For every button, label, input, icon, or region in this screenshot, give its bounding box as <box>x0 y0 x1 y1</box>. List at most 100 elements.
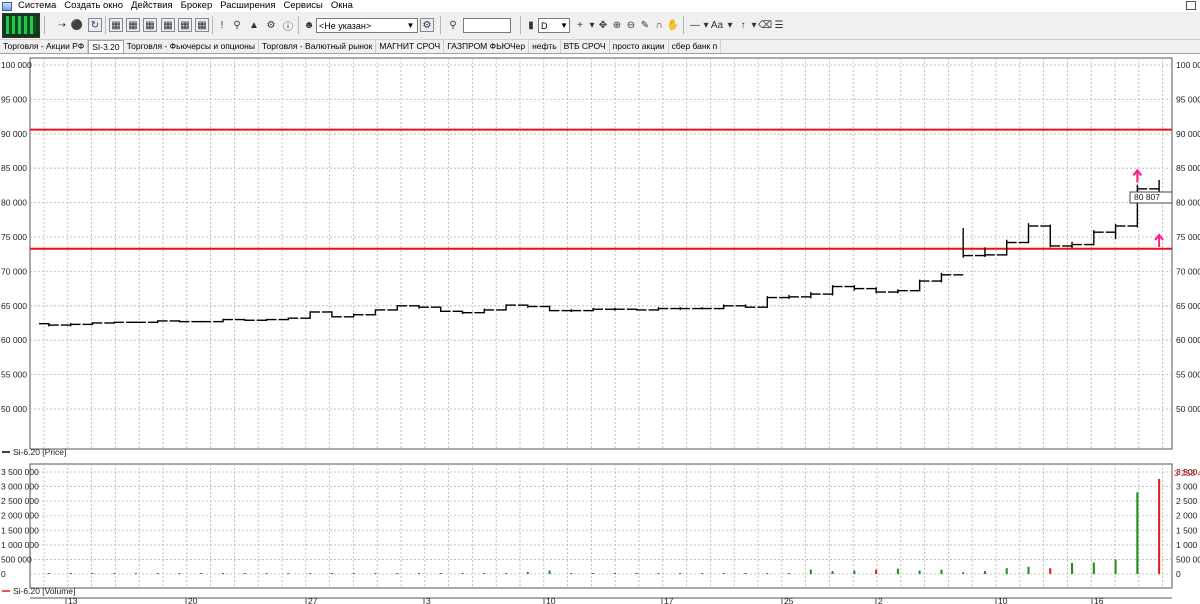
restore-window-icon[interactable] <box>1186 1 1196 10</box>
chart-icon[interactable]: ▲ <box>247 18 261 32</box>
tab-oil[interactable]: нефть <box>529 40 561 53</box>
chevron-down-icon[interactable]: ▾ <box>723 18 737 32</box>
volume-tick-label: 2 000 0 <box>1176 511 1200 521</box>
volume-bar <box>287 573 290 574</box>
price-tick-label: 75 000 <box>1 232 27 242</box>
volume-bar <box>962 572 965 574</box>
price-tick-label: 70 000 <box>1176 266 1200 276</box>
volume-bar <box>1027 566 1030 574</box>
volume-bar <box>222 573 225 574</box>
portfolio-icon[interactable]: ▦ <box>195 18 209 32</box>
price-tick-label: 95 000 <box>1 94 27 104</box>
x-tick-label: 27 <box>308 596 318 604</box>
settings-icon[interactable]: ⚙ <box>264 18 278 32</box>
price-tick-label: 100 000 <box>1176 60 1200 70</box>
broker-settings-icon[interactable]: ⚙ <box>420 18 434 32</box>
last-price-label: 80 807 <box>1134 192 1160 202</box>
volume-bar <box>309 573 312 574</box>
trades-icon[interactable]: ▦ <box>161 18 175 32</box>
x-tick-label: 20 <box>188 596 198 604</box>
chart-canvas[interactable]: 100 000 100 000 95 000 95 000 90 000 90 000 85… <box>0 54 1200 604</box>
price-tick-label: 80 000 <box>1 198 27 208</box>
broker-select[interactable]: <Не указан> ▼ <box>316 18 418 33</box>
tab-currency-market[interactable]: Торговля - Валютный рынок <box>259 40 377 53</box>
price-panel[interactable] <box>29 57 1173 450</box>
arrow-right-icon[interactable]: ➝ <box>55 18 69 32</box>
channel-icon[interactable]: ☰ <box>772 18 786 32</box>
volume-panel[interactable] <box>29 463 1173 589</box>
volume-bar <box>352 573 355 574</box>
volume-bar <box>1049 568 1052 574</box>
connect-icon[interactable]: ⚫ <box>70 18 84 32</box>
hand-icon[interactable]: ✋ <box>666 18 680 32</box>
magnet-icon[interactable]: ∩ <box>652 18 666 32</box>
menu-windows[interactable]: Окна <box>327 0 357 12</box>
menu-broker[interactable]: Брокер <box>177 0 217 12</box>
help-icon[interactable]: ⓘ <box>281 18 295 33</box>
search-icon[interactable]: ⚲ <box>446 18 460 32</box>
quotes-icon[interactable]: ▦ <box>126 18 140 32</box>
refresh-icon[interactable]: ↻ <box>88 18 102 32</box>
tab-vtb-futures[interactable]: ВТБ СРОЧ <box>561 40 610 53</box>
volume-tick-label: 1 500 0 <box>1176 525 1200 535</box>
x-tick-label: 10 <box>546 596 556 604</box>
tab-si-3-20[interactable]: SI-3.20 <box>88 40 124 53</box>
interval-select[interactable]: D ▼ <box>538 18 570 33</box>
text-tool-icon[interactable]: Aa <box>710 18 724 32</box>
search-input[interactable] <box>463 18 511 33</box>
chart-window[interactable]: 100 000 100 000 95 000 95 000 90 000 90 000 85… <box>0 54 1200 604</box>
volume-tick-label: 1 000 0 <box>1176 540 1200 550</box>
menu-extensions[interactable]: Расширения <box>216 0 279 12</box>
volume-bar <box>700 573 703 574</box>
toolbar-separator <box>105 16 106 34</box>
price-bar <box>126 321 146 324</box>
tab-sberbank-pref[interactable]: сбер банк п <box>669 40 722 53</box>
price-tick-label: 55 000 <box>1176 370 1200 380</box>
tab-plain-stocks[interactable]: просто акции <box>610 40 669 53</box>
price-tick-label: 55 000 <box>1 370 27 380</box>
x-tick-label: 2 <box>878 596 883 604</box>
volume-bar <box>831 571 834 574</box>
app-logo <box>2 13 40 38</box>
tab-futures-options[interactable]: Торговля - Фьючерсы и опционы <box>124 40 259 53</box>
candles-icon[interactable]: ▮ <box>524 18 538 32</box>
eraser-icon[interactable]: ⌫ <box>758 18 772 32</box>
user-icon[interactable]: ☻ <box>302 18 316 32</box>
tab-gazprom-futures[interactable]: ГАЗПРОМ ФЬЮЧер <box>444 40 530 53</box>
exclamation-icon[interactable]: ! <box>215 18 229 32</box>
tab-stocks-rf[interactable]: Торговля - Акции РФ <box>0 40 89 53</box>
positions-icon[interactable]: ▦ <box>178 18 192 32</box>
key-icon[interactable]: ⚲ <box>230 18 244 32</box>
app-icon <box>2 1 12 11</box>
volume-bar <box>91 573 94 574</box>
orders-icon[interactable]: ▦ <box>143 18 157 32</box>
move-icon[interactable]: ✥ <box>596 18 610 32</box>
zoom-in-icon[interactable]: ⊕ <box>610 18 624 32</box>
x-tick-label: 3 <box>426 596 431 604</box>
volume-bar <box>679 573 682 574</box>
zoom-out-icon[interactable]: ⊖ <box>624 18 638 32</box>
volume-tick-label: 3 500 000 <box>1 467 39 477</box>
menu-system[interactable]: Система <box>14 0 60 12</box>
price-tick-label: 85 000 <box>1176 163 1200 173</box>
toolbar-separator <box>683 16 684 34</box>
volume-bar <box>483 573 486 574</box>
menu-services[interactable]: Сервисы <box>280 0 327 12</box>
toolbar-separator <box>440 16 441 34</box>
volume-tick-label: 1 500 000 <box>1 525 39 535</box>
ruler-icon[interactable]: ✎ <box>638 18 652 32</box>
x-tick-label: 13 <box>68 596 78 604</box>
volume-bar <box>744 573 747 574</box>
menu-create-window[interactable]: Создать окно <box>60 0 127 12</box>
volume-bar <box>788 573 791 574</box>
volume-bar <box>243 573 246 574</box>
menu-actions[interactable]: Действия <box>127 0 177 12</box>
table-icon[interactable]: ▦ <box>109 18 123 32</box>
volume-bar <box>200 573 203 574</box>
volume-tick-label: 0 <box>1176 569 1181 579</box>
volume-bar <box>1071 562 1074 574</box>
tab-magnit-futures[interactable]: МАГНИТ СРОЧ <box>376 40 445 53</box>
price-tick-label: 75 000 <box>1176 232 1200 242</box>
volume-tick-label: 3 000 0 <box>1176 482 1200 492</box>
volume-bar <box>178 573 181 574</box>
